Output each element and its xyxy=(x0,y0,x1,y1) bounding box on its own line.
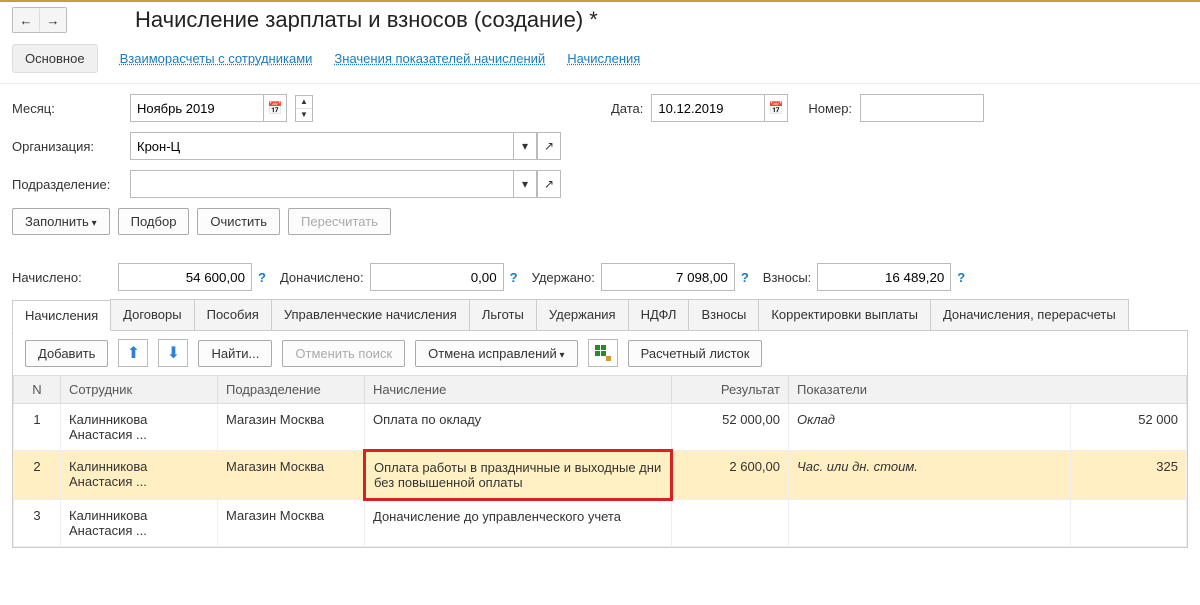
withheld-label: Удержано: xyxy=(532,270,595,285)
col-result[interactable]: Результат xyxy=(672,376,789,404)
tab-recalcs[interactable]: Доначисления, перерасчеты xyxy=(930,299,1129,330)
month-stepper[interactable]: ▲ ▼ xyxy=(295,95,313,122)
cell-n: 2 xyxy=(14,451,61,500)
nav-back-button[interactable]: ← xyxy=(13,8,40,32)
col-employee[interactable]: Сотрудник xyxy=(61,376,218,404)
cell-result: 2 600,00 xyxy=(672,451,789,500)
stepper-down-icon[interactable]: ▼ xyxy=(296,109,312,121)
fill-button[interactable]: Заполнить xyxy=(12,208,110,235)
cell-employee: Калинникова Анастасия ... xyxy=(61,500,218,547)
table-row[interactable]: 2 Калинникова Анастасия ... Магазин Моск… xyxy=(14,451,1187,500)
table-row[interactable]: 3 Калинникова Анастасия ... Магазин Моск… xyxy=(14,500,1187,547)
tab-corrections[interactable]: Корректировки выплаты xyxy=(758,299,931,330)
clear-button[interactable]: Очистить xyxy=(197,208,280,235)
col-accrual[interactable]: Начисление xyxy=(365,376,672,404)
tab-benefits[interactable]: Пособия xyxy=(194,299,272,330)
cell-accrual-highlighted: Оплата работы в праздничные и выходные д… xyxy=(365,451,672,500)
table-row[interactable]: 1 Калинникова Анастасия ... Магазин Моск… xyxy=(14,404,1187,451)
grid-icon xyxy=(595,345,611,361)
month-calendar-icon[interactable]: 📅 xyxy=(263,94,287,122)
arrow-up-icon: ⬆ xyxy=(127,343,140,363)
grid-settings-button[interactable] xyxy=(588,339,618,367)
cell-n: 1 xyxy=(14,404,61,451)
dept-label: Подразделение: xyxy=(12,177,122,192)
dept-dropdown-icon[interactable]: ▾ xyxy=(513,170,537,198)
accrued-label: Начислено: xyxy=(12,270,112,285)
arrow-down-icon: ⬇ xyxy=(167,343,180,363)
tab-contracts[interactable]: Договоры xyxy=(110,299,194,330)
cell-result: 52 000,00 xyxy=(672,404,789,451)
col-n[interactable]: N xyxy=(14,376,61,404)
cell-department: Магазин Москва xyxy=(218,500,365,547)
date-label: Дата: xyxy=(611,101,643,116)
payslip-button[interactable]: Расчетный листок xyxy=(628,340,763,367)
dept-open-icon[interactable]: ↗ xyxy=(537,170,561,198)
move-down-button[interactable]: ⬇ xyxy=(158,339,188,367)
withheld-value[interactable] xyxy=(601,263,735,291)
accrued-value[interactable] xyxy=(118,263,252,291)
move-up-button[interactable]: ⬆ xyxy=(118,339,148,367)
tab-main[interactable]: Основное xyxy=(12,44,98,73)
org-dropdown-icon[interactable]: ▾ xyxy=(513,132,537,160)
link-accruals[interactable]: Начисления xyxy=(567,51,640,66)
tab-privileges[interactable]: Льготы xyxy=(469,299,537,330)
cell-result xyxy=(672,500,789,547)
col-indicators[interactable]: Показатели xyxy=(789,376,1187,404)
additional-help-icon[interactable]: ? xyxy=(510,270,518,285)
cell-department: Магазин Москва xyxy=(218,404,365,451)
org-label: Организация: xyxy=(12,139,122,154)
cell-value xyxy=(1070,500,1186,547)
nav-forward-button[interactable]: → xyxy=(40,8,66,32)
number-input[interactable] xyxy=(860,94,984,122)
link-indicator-values[interactable]: Значения показателей начислений xyxy=(334,51,545,66)
col-department[interactable]: Подразделение xyxy=(218,376,365,404)
contrib-label: Взносы: xyxy=(763,270,812,285)
contrib-help-icon[interactable]: ? xyxy=(957,270,965,285)
date-input[interactable] xyxy=(651,94,764,122)
tab-deductions[interactable]: Удержания xyxy=(536,299,629,330)
tab-mgmt-accruals[interactable]: Управленческие начисления xyxy=(271,299,470,330)
accruals-table: N Сотрудник Подразделение Начисление Рез… xyxy=(13,375,1187,547)
tab-contributions[interactable]: Взносы xyxy=(688,299,759,330)
cell-employee: Калинникова Анастасия ... xyxy=(61,404,218,451)
withheld-help-icon[interactable]: ? xyxy=(741,270,749,285)
org-input[interactable] xyxy=(130,132,513,160)
org-open-icon[interactable]: ↗ xyxy=(537,132,561,160)
cell-indicator: Час. или дн. стоим. xyxy=(789,451,1071,500)
recalc-button: Пересчитать xyxy=(288,208,391,235)
tab-accruals[interactable]: Начисления xyxy=(12,300,111,331)
additional-value[interactable] xyxy=(370,263,504,291)
accrued-help-icon[interactable]: ? xyxy=(258,270,266,285)
cell-accrual: Доначисление до управленческого учета xyxy=(365,500,672,547)
date-calendar-icon[interactable]: 📅 xyxy=(764,94,788,122)
cancel-fixes-button[interactable]: Отмена исправлений xyxy=(415,340,577,367)
find-button[interactable]: Найти... xyxy=(198,340,272,367)
number-label: Номер: xyxy=(808,101,852,116)
cancel-search-button: Отменить поиск xyxy=(282,340,405,367)
cell-accrual: Оплата по окладу xyxy=(365,404,672,451)
cell-department: Магазин Москва xyxy=(218,451,365,500)
dept-input[interactable] xyxy=(130,170,513,198)
add-button[interactable]: Добавить xyxy=(25,340,108,367)
cell-employee: Калинникова Анастасия ... xyxy=(61,451,218,500)
additional-label: Доначислено: xyxy=(280,270,364,285)
link-settlements[interactable]: Взаиморасчеты с сотрудниками xyxy=(120,51,313,66)
contrib-value[interactable] xyxy=(817,263,951,291)
month-label: Месяц: xyxy=(12,101,122,116)
tab-ndfl[interactable]: НДФЛ xyxy=(628,299,690,330)
cell-indicator xyxy=(789,500,1071,547)
cell-n: 3 xyxy=(14,500,61,547)
month-input[interactable] xyxy=(130,94,263,122)
cell-value: 52 000 xyxy=(1070,404,1186,451)
cell-value: 325 xyxy=(1070,451,1186,500)
page-title: Начисление зарплаты и взносов (создание)… xyxy=(135,7,598,33)
select-button[interactable]: Подбор xyxy=(118,208,190,235)
stepper-up-icon[interactable]: ▲ xyxy=(296,96,312,109)
cell-indicator: Оклад xyxy=(789,404,1071,451)
